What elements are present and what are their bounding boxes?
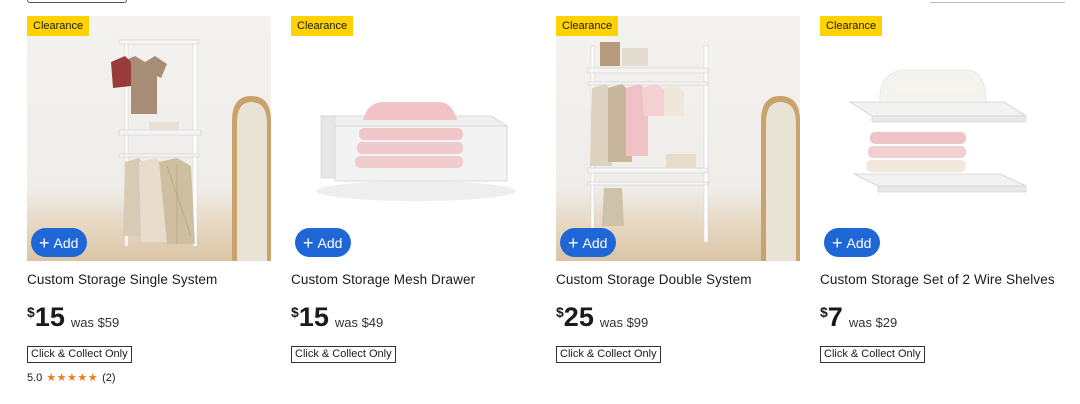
filter-button-fragment[interactable] (27, 0, 127, 3)
click-collect-badge: Click & Collect Only (291, 346, 396, 363)
product-image[interactable]: Clearance + Add (556, 16, 800, 261)
add-to-cart-button[interactable]: + Add (31, 228, 88, 257)
add-button-label: Add (846, 234, 872, 251)
price-currency: $ (556, 304, 564, 320)
product-title[interactable]: Custom Storage Mesh Drawer (291, 272, 475, 287)
star-rating-icon: ★★★★★ (46, 372, 99, 384)
add-to-cart-button[interactable]: + Add (560, 228, 617, 257)
product-card[interactable]: Clearance + Add Custom Storage Double Sy… (556, 16, 800, 363)
rating[interactable]: 5.0 ★★★★★ (2) (27, 371, 116, 385)
plus-icon: + (832, 232, 843, 253)
plus-icon: + (303, 232, 314, 253)
price: $ 15 was $59 (27, 302, 119, 332)
was-price: was $99 (599, 315, 649, 330)
rating-value: 5.0 (27, 371, 43, 384)
price: $ 15 was $49 (291, 302, 383, 332)
click-collect-badge: Click & Collect Only (556, 346, 661, 363)
product-card[interactable]: Clearance + Add Custom Storage Mesh Draw… (291, 16, 535, 363)
clearance-badge: Clearance (556, 16, 619, 36)
was-price: was $29 (848, 315, 898, 330)
price: $ 25 was $99 (556, 302, 648, 332)
product-card[interactable]: Clearance + Add Custom Storage Single Sy… (27, 16, 271, 384)
product-title[interactable]: Custom Storage Set of 2 Wire Shelves (820, 272, 1055, 287)
sort-dropdown-fragment[interactable] (930, 2, 1065, 3)
product-image[interactable]: Clearance + Add (820, 16, 1064, 261)
price-value: 7 (827, 302, 843, 332)
clearance-badge: Clearance (291, 16, 354, 36)
price: $ 7 was $29 (820, 302, 897, 332)
price-currency: $ (291, 304, 299, 320)
product-image[interactable]: Clearance + Add (291, 16, 535, 261)
price-currency: $ (27, 304, 35, 320)
product-title[interactable]: Custom Storage Single System (27, 272, 217, 287)
click-collect-badge: Click & Collect Only (820, 346, 925, 363)
price-currency: $ (820, 304, 828, 320)
add-button-label: Add (582, 234, 608, 251)
rating-count: (2) (102, 371, 116, 384)
price-value: 25 (563, 302, 594, 332)
was-price: was $59 (70, 315, 120, 330)
price-value: 15 (34, 302, 65, 332)
price-value: 15 (298, 302, 329, 332)
plus-icon: + (568, 232, 579, 253)
add-button-label: Add (53, 234, 79, 251)
product-card[interactable]: Clearance + Add Custom Storage Set of 2 … (820, 16, 1064, 363)
add-to-cart-button[interactable]: + Add (824, 228, 881, 257)
click-collect-badge: Click & Collect Only (27, 346, 132, 363)
was-price: was $49 (334, 315, 384, 330)
plus-icon: + (39, 232, 50, 253)
product-title[interactable]: Custom Storage Double System (556, 272, 752, 287)
clearance-badge: Clearance (820, 16, 883, 36)
add-button-label: Add (317, 234, 343, 251)
product-grid-page: Clearance + Add Custom Storage Single Sy… (0, 0, 1080, 404)
clearance-badge: Clearance (27, 16, 90, 36)
add-to-cart-button[interactable]: + Add (295, 228, 352, 257)
product-image[interactable]: Clearance + Add (27, 16, 271, 261)
